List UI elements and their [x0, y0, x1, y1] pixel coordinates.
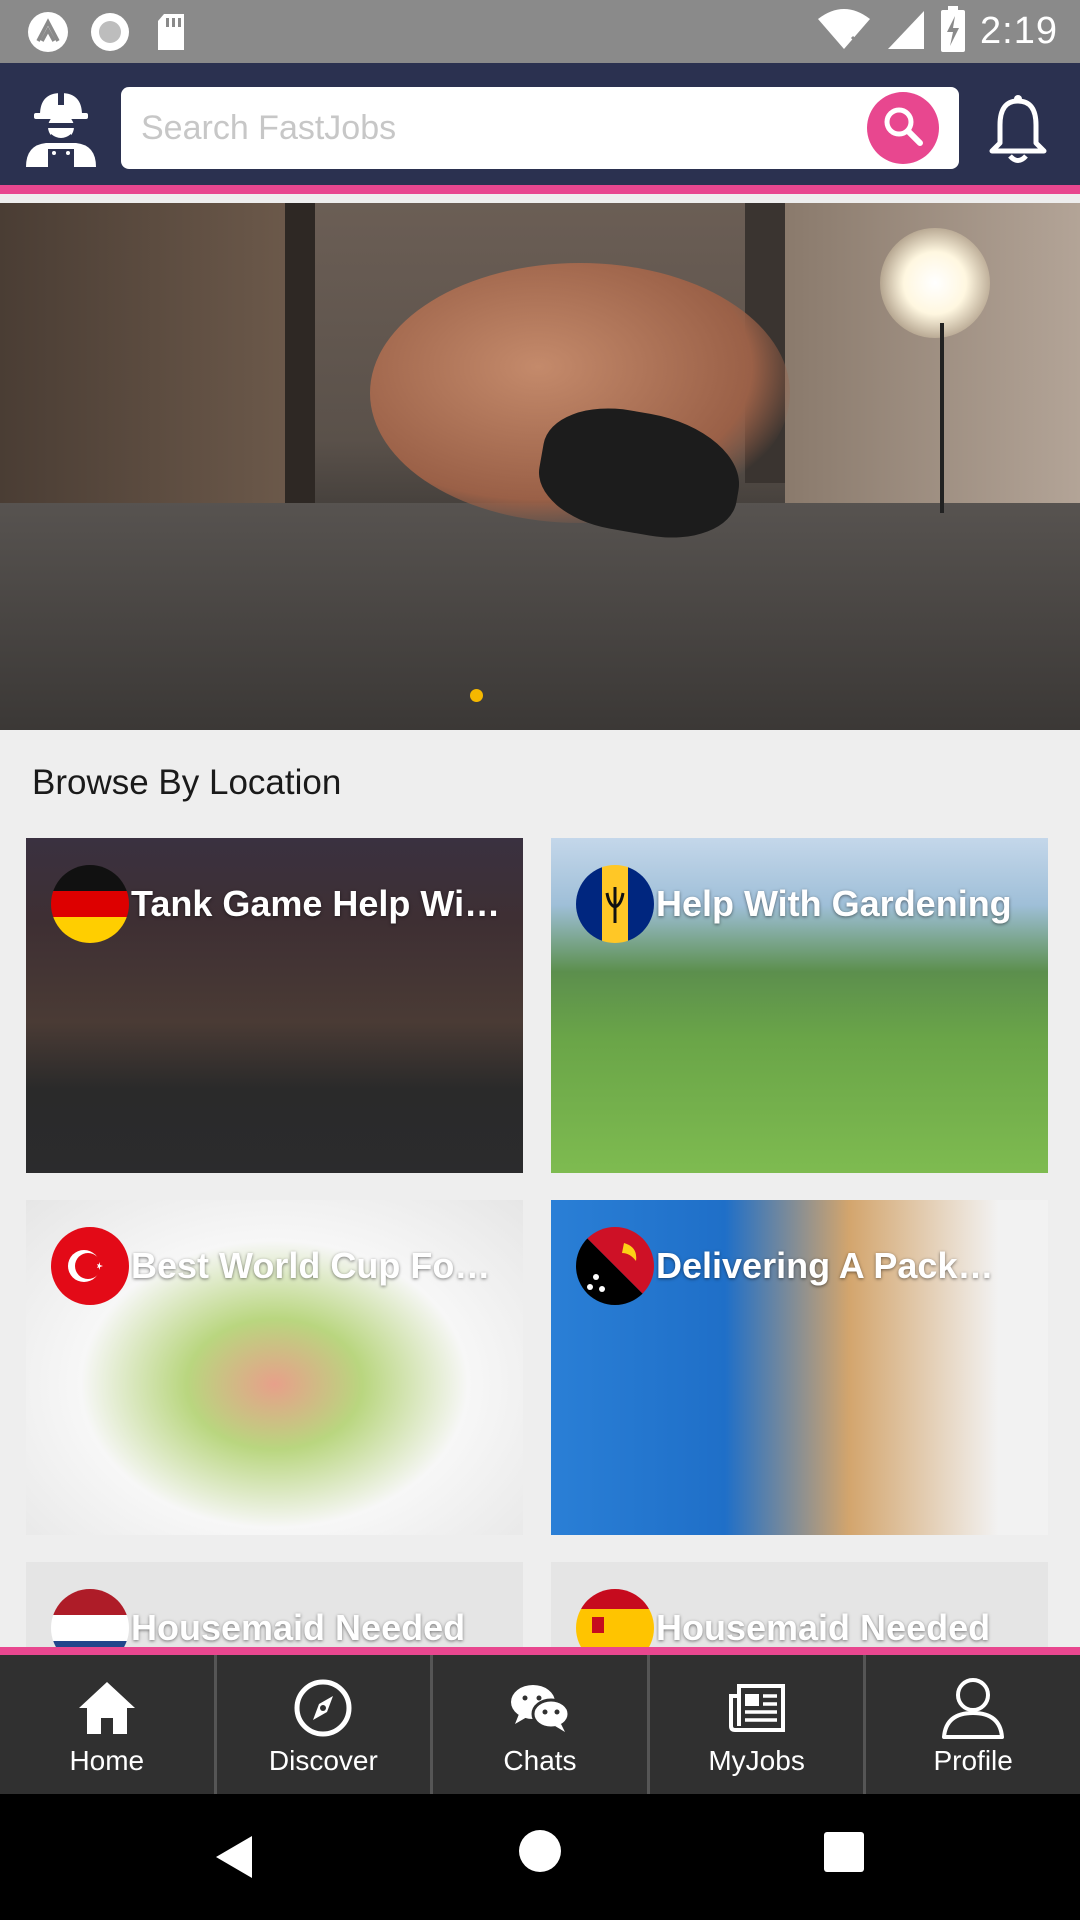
card-title: Best World Cup Foo…: [131, 1245, 501, 1286]
worker-logo-icon[interactable]: [18, 87, 104, 167]
nav-label: Profile: [933, 1745, 1013, 1776]
location-card[interactable]: Delivering A Pack…: [551, 1200, 1048, 1535]
signal-icon: [886, 7, 926, 56]
card-title: Delivering A Pack…: [656, 1245, 994, 1286]
location-card[interactable]: Tank Game Help Wit…: [26, 838, 523, 1173]
spain-flag-icon: [576, 1589, 654, 1647]
user-icon: [940, 1677, 1006, 1739]
chat-bubbles-icon: [507, 1677, 573, 1739]
wifi-off-icon: [816, 7, 872, 56]
location-card[interactable]: Housemaid Needed: [551, 1562, 1048, 1647]
location-card[interactable]: Help With Gardening: [551, 838, 1048, 1173]
card-title: Housemaid Needed: [131, 1607, 466, 1647]
search-icon: [880, 103, 926, 154]
app-header: [0, 63, 1080, 194]
nav-label: Discover: [268, 1745, 378, 1776]
nav-label: Chats: [503, 1745, 577, 1776]
home-icon: [74, 1677, 140, 1739]
hero-image-stand: [940, 323, 944, 513]
papua-new-guinea-flag-icon: [576, 1227, 654, 1305]
nav-myjobs[interactable]: MyJobs: [650, 1655, 867, 1794]
hero-image-wall: [0, 203, 300, 533]
card-title: Housemaid Needed: [656, 1607, 991, 1647]
barbados-flag-icon: [576, 865, 654, 943]
nav-chats[interactable]: Chats: [433, 1655, 650, 1794]
nav-discover[interactable]: Discover: [217, 1655, 434, 1794]
back-icon[interactable]: [212, 1834, 256, 1885]
nav-label: MyJobs: [708, 1745, 805, 1776]
carousel-indicator: [0, 689, 1080, 707]
record-icon: [88, 10, 132, 54]
hero-image-pillar: [285, 203, 315, 503]
status-right-icons: 2:19: [816, 6, 1058, 57]
home-circle-icon[interactable]: [519, 1830, 561, 1872]
bottom-nav: Home Discover Chats MyJobs Profile: [0, 1647, 1080, 1794]
bell-icon[interactable]: [986, 93, 1050, 165]
carousel-dot-active[interactable]: [469, 689, 483, 702]
search-input[interactable]: [141, 87, 841, 169]
hero-image-light: [880, 228, 990, 338]
app-a-icon: [26, 10, 70, 54]
hero-banner[interactable]: [0, 203, 1080, 730]
nav-profile[interactable]: Profile: [866, 1655, 1080, 1794]
nav-label: Home: [69, 1745, 145, 1776]
battery-charging-icon: [940, 6, 966, 57]
recents-icon[interactable]: [824, 1832, 864, 1872]
search-bar[interactable]: [121, 87, 959, 169]
status-time: 2:19: [980, 10, 1058, 52]
section-title: Browse By Location: [32, 763, 342, 802]
compass-icon: [290, 1677, 356, 1739]
search-button[interactable]: [867, 92, 939, 164]
newspaper-icon: [724, 1677, 790, 1739]
germany-flag-icon: [51, 865, 129, 943]
netherlands-flag-icon: [51, 1589, 129, 1647]
turkey-flag-icon: [51, 1227, 129, 1305]
card-title: Tank Game Help Wit…: [131, 883, 501, 924]
location-card[interactable]: Housemaid Needed: [26, 1562, 523, 1647]
system-nav-bar: [0, 1794, 1080, 1920]
card-title: Help With Gardening: [656, 883, 1012, 924]
sd-card-icon: [150, 10, 194, 54]
status-left-icons: [26, 10, 194, 54]
status-bar: 2:19: [0, 0, 1080, 63]
nav-home[interactable]: Home: [0, 1655, 217, 1794]
location-card[interactable]: Best World Cup Foo…: [26, 1200, 523, 1535]
